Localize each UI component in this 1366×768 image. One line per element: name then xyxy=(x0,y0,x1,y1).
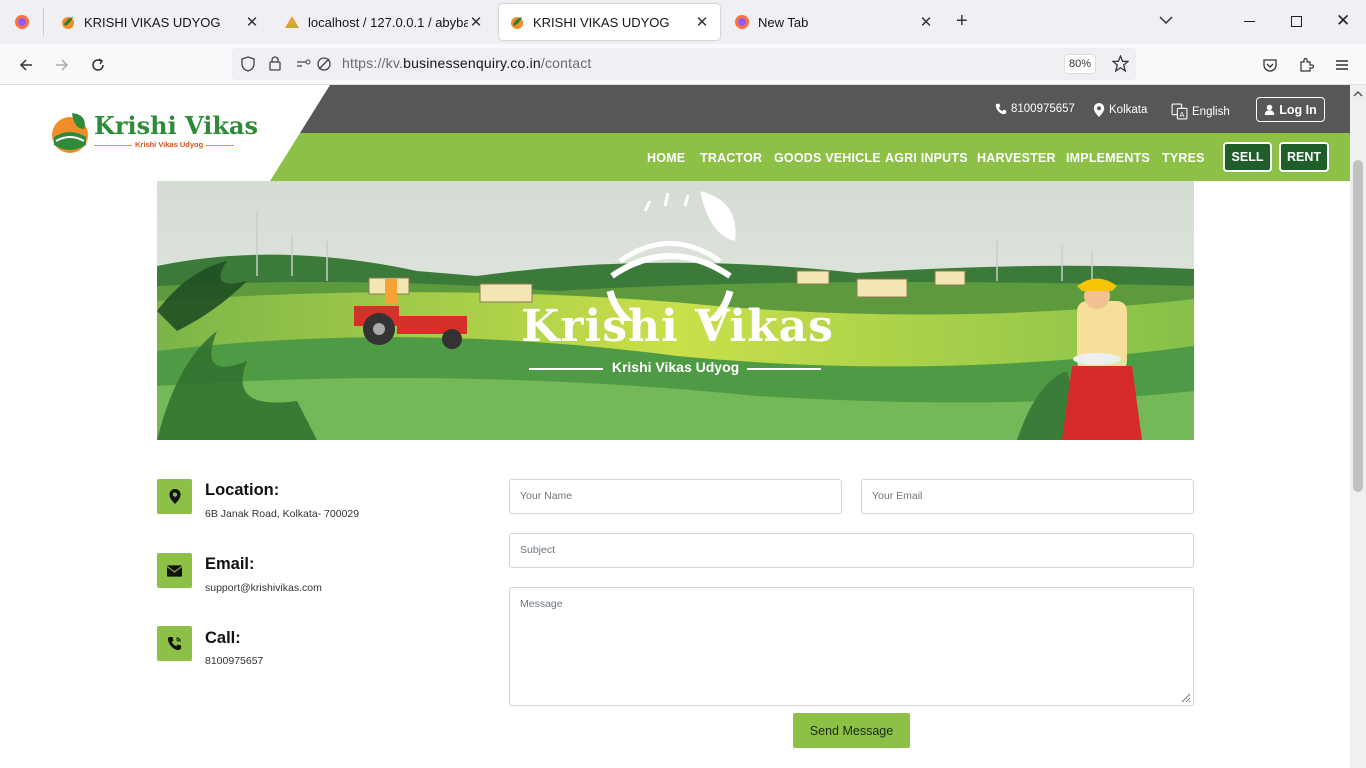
nav-agri-inputs[interactable]: AGRI INPUTS xyxy=(885,151,968,165)
hamburger-menu-icon[interactable] xyxy=(1329,52,1355,78)
browser-nav-bar: https://kv.businessenquiry.co.in/contact… xyxy=(0,44,1366,85)
nav-goods-vehicle[interactable]: GOODS VEHICLE xyxy=(774,151,881,165)
nav-implements[interactable]: IMPLEMENTS xyxy=(1066,151,1150,165)
close-tab-icon[interactable]: ✕ xyxy=(468,13,484,31)
nav-harvester[interactable]: HARVESTER xyxy=(977,151,1056,165)
site-logo[interactable]: Krishi Vikas Krishi Vikas Udyog xyxy=(48,107,258,155)
banner-line-left xyxy=(529,368,603,370)
zoom-indicator[interactable]: 80% xyxy=(1064,54,1096,74)
banner-title: Krishi Vikas xyxy=(521,301,834,352)
forward-arrow-icon[interactable] xyxy=(49,52,75,78)
message-textarea[interactable]: Message xyxy=(509,587,1194,706)
krishi-favicon xyxy=(509,14,525,30)
phone-call-icon xyxy=(167,636,182,651)
map-pin-icon xyxy=(1093,103,1105,117)
web-page: Krishi Vikas Krishi Vikas Udyog 81009756… xyxy=(0,85,1350,768)
reload-icon[interactable] xyxy=(85,52,111,78)
tab-title: New Tab xyxy=(758,14,809,30)
url-text: https://kv.businessenquiry.co.in/contact xyxy=(342,55,592,71)
tab-krishi-active[interactable]: KRISHI VIKAS UDYOG ✕ xyxy=(499,4,720,40)
bookmark-star-icon[interactable] xyxy=(1111,54,1130,77)
email-input[interactable]: Your Email xyxy=(861,479,1194,514)
message-placeholder: Message xyxy=(520,598,563,610)
hero-banner: Krishi Vikas Krishi Vikas Udyog xyxy=(157,181,1194,440)
user-icon xyxy=(1264,104,1275,115)
phone-icon xyxy=(995,103,1007,115)
resize-handle-icon[interactable] xyxy=(1179,691,1191,703)
banner-emblem-icon xyxy=(606,191,736,321)
logo-subtitle: Krishi Vikas Udyog xyxy=(132,140,207,149)
nav-home[interactable]: HOME xyxy=(647,151,685,165)
call-value[interactable]: 8100975657 xyxy=(205,655,263,667)
banner-line-right xyxy=(747,368,821,370)
tab-title: localhost / 127.0.0.1 / abybabye xyxy=(308,14,468,30)
email-heading: Email: xyxy=(205,555,255,573)
close-tab-icon[interactable]: ✕ xyxy=(244,13,260,31)
tab-title: KRISHI VIKAS UDYOG xyxy=(84,14,221,30)
permissions-icon[interactable] xyxy=(296,56,312,77)
sell-button[interactable]: SELL xyxy=(1223,142,1272,172)
lock-icon[interactable] xyxy=(267,55,283,76)
minimize-icon[interactable] xyxy=(1244,21,1255,22)
browser-tab-bar: KRISHI VIKAS UDYOG ✕ PMA localhost / 127… xyxy=(0,0,1366,44)
close-window-icon[interactable]: ✕ xyxy=(1336,11,1350,31)
back-arrow-icon[interactable] xyxy=(13,52,39,78)
call-icon-box xyxy=(157,626,192,661)
tab-krishi-1[interactable]: KRISHI VIKAS UDYOG ✕ xyxy=(50,4,270,40)
page-scrollbar[interactable] xyxy=(1350,85,1366,768)
url-bar[interactable]: https://kv.businessenquiry.co.in/contact… xyxy=(232,48,1136,80)
subject-input[interactable]: Subject xyxy=(509,533,1194,568)
scrollbar-thumb[interactable] xyxy=(1353,160,1363,492)
firefox-view-button[interactable] xyxy=(12,12,32,32)
nav-tyres[interactable]: TYRES xyxy=(1162,151,1205,165)
rent-button[interactable]: RENT xyxy=(1279,142,1329,172)
location-icon-box xyxy=(157,479,192,514)
list-all-tabs-chevron-icon[interactable] xyxy=(1158,12,1176,30)
header-phone[interactable]: 8100975657 xyxy=(995,103,1075,115)
tab-new-tab[interactable]: New Tab ✕ xyxy=(724,4,944,40)
scroll-up-arrow-icon[interactable] xyxy=(1350,87,1366,101)
header-location[interactable]: Kolkata xyxy=(1093,103,1147,117)
nav-tractor[interactable]: TRACTOR xyxy=(700,151,762,165)
firefox-favicon xyxy=(734,14,750,30)
call-heading: Call: xyxy=(205,629,241,647)
language-selector[interactable]: A English xyxy=(1171,103,1230,120)
restore-icon[interactable] xyxy=(1291,16,1302,27)
krishi-favicon xyxy=(60,14,76,30)
phpmyadmin-favicon: PMA xyxy=(284,14,300,30)
map-marker-icon xyxy=(168,489,181,504)
translate-icon: A xyxy=(1171,103,1188,120)
new-tab-plus-icon[interactable]: + xyxy=(956,10,968,33)
location-value: 6B Janak Road, Kolkata- 700029 xyxy=(205,508,360,520)
logo-title: Krishi Vikas xyxy=(94,111,259,140)
tab-title: KRISHI VIKAS UDYOG xyxy=(533,14,670,30)
tab-localhost[interactable]: PMA localhost / 127.0.0.1 / abybabye ✕ xyxy=(274,4,494,40)
email-value[interactable]: support@krishivikas.com xyxy=(205,582,322,594)
location-heading: Location: xyxy=(205,481,280,499)
logo-emblem-icon xyxy=(52,113,88,153)
email-icon-box xyxy=(157,553,192,588)
shield-icon[interactable] xyxy=(240,56,256,77)
close-tab-icon[interactable]: ✕ xyxy=(918,13,934,31)
tracking-protection-icon[interactable] xyxy=(316,56,332,77)
send-message-button[interactable]: Send Message xyxy=(793,713,910,748)
extensions-icon[interactable] xyxy=(1293,52,1319,78)
pocket-icon[interactable] xyxy=(1257,52,1283,78)
envelope-icon xyxy=(167,564,182,577)
close-tab-icon[interactable]: ✕ xyxy=(694,13,710,31)
name-input[interactable]: Your Name xyxy=(509,479,842,514)
svg-text:A: A xyxy=(1180,110,1185,119)
banner-subtitle: Krishi Vikas Udyog xyxy=(611,359,740,375)
svg-text:PMA: PMA xyxy=(287,24,299,30)
login-button[interactable]: Log In xyxy=(1256,97,1325,122)
